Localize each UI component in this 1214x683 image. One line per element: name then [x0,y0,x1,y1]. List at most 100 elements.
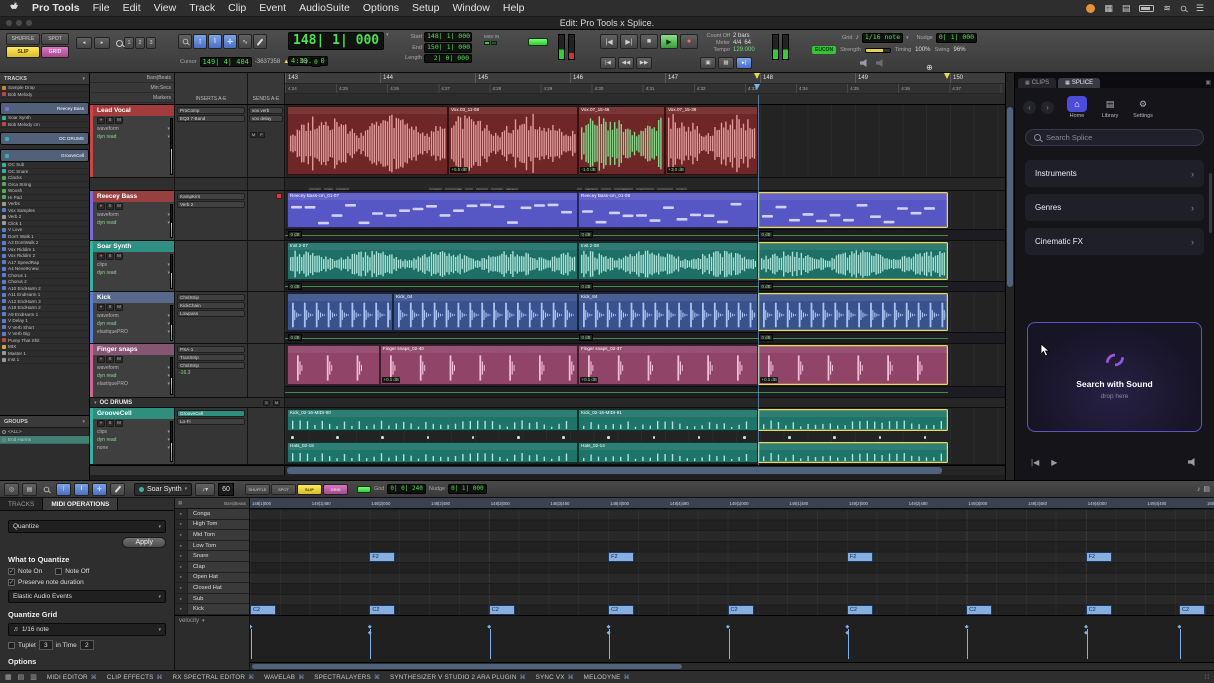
lyric-word[interactable]: myself [444,187,463,190]
clip[interactable] [758,409,948,431]
timing-value[interactable]: 100% [915,47,930,53]
automation-lane[interactable] [285,386,1005,397]
solo-button[interactable]: S [106,203,114,210]
track-name[interactable]: Reecey Bass [90,191,174,202]
lyric-word[interactable]: win [675,187,688,190]
track-lane[interactable]: Reecey Bass-cm_01-07Reecey Bass-cm_01-08… [285,191,1005,240]
apple-menu-icon[interactable] [10,1,19,15]
insert-plugin-transtrip[interactable]: TranStrip [177,354,245,361]
midi-note-f2[interactable]: F2 [369,552,395,562]
midi-note-c2[interactable]: C2 [250,605,276,615]
group-list-item[interactable]: <ALL> [0,428,89,436]
insert-plugin-verb-2[interactable]: Verb 2 [177,201,245,208]
mute-button[interactable]: M [115,356,123,363]
lyric-word[interactable]: to [464,187,474,190]
note-off-checkbox[interactable] [55,568,62,575]
play-preview-button[interactable]: ▶ [1051,458,1057,467]
track-list-toggle[interactable]: ▤ [22,483,37,496]
forward-button[interactable]: › [1041,101,1054,114]
pencil-tool-button[interactable] [253,34,267,49]
clip-kick-02-16-midi-90[interactable]: Kick_02-16-MIDI-90 [287,409,578,431]
scrubber-tool-button[interactable]: ∿ [238,34,252,49]
automation-lane[interactable]: 0 dB0 dB0 dB [285,332,1005,343]
selector-tool-button[interactable]: I [208,34,222,49]
groups-panel-header[interactable]: GROUPS▾ [0,416,89,428]
velocity-stem[interactable]: ◆ [729,629,730,659]
drum-lane-kick[interactable]: ▸Kick [175,604,249,615]
track-list-item-inst-1[interactable]: Inst 1 [0,357,89,364]
splice-category-genres[interactable]: Genres› [1025,194,1204,221]
group-solo-button[interactable]: S [263,400,270,406]
selection-start-marker[interactable] [754,73,760,79]
velocity-stem[interactable]: ◆ [609,635,610,659]
splice-search[interactable] [1025,129,1204,146]
list-view-icon[interactable]: ▤ [18,673,25,681]
bottom-tab-clip-effects[interactable]: CLIP EFFECTS⌘ [107,674,163,681]
clip-vox-07-15-39[interactable]: Vox.07_15-39+3.0 dB [665,106,758,175]
speaker-icon[interactable] [860,59,870,67]
vscroll-thumb[interactable] [1007,107,1013,287]
drum-lane-open-hat[interactable]: ▸Open Hat [175,573,249,584]
clip-inst-2-08[interactable]: Inst 2-08 [578,242,758,280]
menu-edit[interactable]: Edit [123,2,141,14]
velocity-stem[interactable]: ◆ [251,629,252,659]
lyric-word[interactable]: lose [475,187,489,190]
lyric-word[interactable]: all [323,187,334,190]
clip[interactable] [287,293,393,331]
lyric-word[interactable]: gonna [656,187,675,190]
notation-view-toggle[interactable]: ♪ [1197,486,1201,493]
track-lane[interactable]: Kick_02-16-MIDI-90Kick_02-16-MIDI-91Hats… [285,408,1005,464]
group-mute-button[interactable]: M [273,400,280,406]
edit-mode-shuffle[interactable]: SHUFFLE [6,33,40,45]
bottom-tab-rx-spectral-editor[interactable]: RX SPECTRAL EDITOR⌘ [173,674,255,681]
tuplet-denominator[interactable]: 2 [80,640,94,650]
tab-clips[interactable]: ▦CLIPS [1018,78,1056,88]
track-control-waveform[interactable]: waveform▾ [90,125,174,133]
midi-note-f2[interactable]: F2 [608,552,634,562]
tab-splice[interactable]: ▦SPLICE [1058,78,1100,88]
edit-mode-slip[interactable]: SLIP [6,46,40,58]
count-off-value[interactable]: 2 bars [733,33,750,39]
back-button[interactable]: ‹ [1023,101,1036,114]
record-arm-button[interactable]: ● [97,420,105,427]
expand-icon[interactable]: ▸ [175,573,188,583]
track-control-dyn-read[interactable]: dyn read▾ [90,133,174,141]
selection-end-marker[interactable] [944,73,950,79]
lyric-word[interactable]: wait [308,187,322,190]
return-to-zero-button[interactable]: |◀ [600,34,618,49]
clip-vox-07-15-46[interactable]: Vox.07_15-46-1.0 dB [578,106,665,175]
swing-value[interactable]: 96% [954,47,966,53]
default-note-duration[interactable]: ♪▾ [195,483,215,496]
insert-plugin-eq3-7-band[interactable]: EQ3 7-Band [177,115,245,122]
target-button[interactable]: ◎ [4,483,19,496]
preserve-note-duration-checkbox[interactable] [8,579,15,586]
nav-back-button[interactable]: ◂ [76,37,92,49]
tab-tracks[interactable]: TRACKS [0,498,43,510]
expand-icon[interactable]: ▸ [175,509,188,519]
midi-note-c2[interactable]: C2 [1179,605,1205,615]
control-center-icon[interactable]: ☰ [1196,3,1204,14]
midi-edit-mode-grid[interactable]: GRID [323,484,348,495]
menu-options[interactable]: Options [363,2,399,14]
play-button[interactable]: ▶ [660,34,678,49]
stop-button[interactable]: ■ [640,34,658,49]
expand-icon[interactable]: ▸ [175,541,188,551]
menu-file[interactable]: File [93,2,110,14]
menu-event[interactable]: Event [259,2,286,14]
record-arm-button[interactable]: ● [97,356,105,363]
midi-trim-tool[interactable]: ⊺ [56,483,71,496]
expand-icon[interactable]: ▸ [175,583,188,593]
midi-grabber-tool[interactable]: ✛ [92,483,107,496]
splice-scrollbar[interactable] [1209,173,1212,233]
tuplet-numerator[interactable]: 3 [39,640,53,650]
velocity-stem[interactable]: ◆ [848,635,849,659]
screen-record-icon[interactable] [1086,4,1095,13]
insert-plugin-kampkirit[interactable]: KampKirit [177,193,245,200]
drum-lane-conga[interactable]: ▸Conga [175,509,249,520]
wifi-icon[interactable]: ≋ [1163,3,1171,14]
track-name[interactable]: Finger snaps [90,344,174,355]
track-control-dyn-read[interactable]: dyn read▾ [90,320,174,328]
previous-button[interactable]: |◀ [1031,458,1039,467]
velocity-lane-header[interactable]: velocity▾ [175,615,249,662]
lyric-word[interactable]: my [600,187,612,190]
